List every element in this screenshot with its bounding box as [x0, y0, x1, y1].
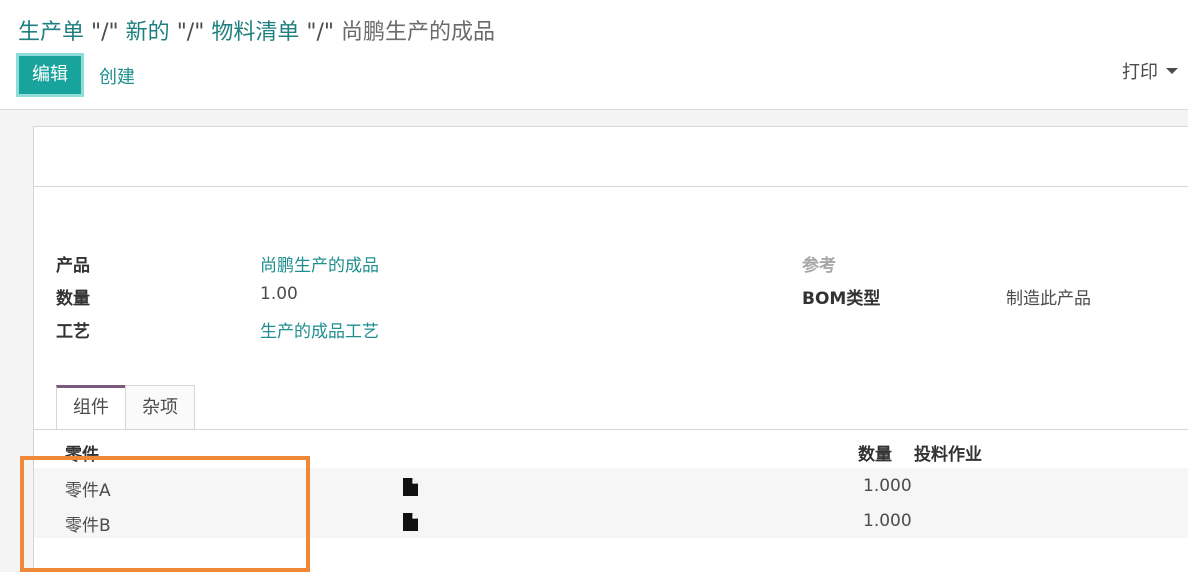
caret-down-icon	[1166, 68, 1178, 74]
bom-type-label: BOM类型	[802, 289, 881, 309]
product-value-link[interactable]: 尚鹏生产的成品	[260, 251, 379, 276]
breadcrumb-item-new[interactable]: 新的	[126, 20, 170, 45]
component-quantity: 1.000	[863, 511, 912, 531]
edit-button[interactable]: 编辑	[16, 53, 84, 97]
quantity-value: 1.00	[260, 284, 298, 304]
breadcrumb-item-production[interactable]: 生产单	[18, 20, 84, 45]
breadcrumb-current: 尚鹏生产的成品	[341, 20, 496, 45]
product-label: 产品	[56, 256, 90, 276]
notebook-tabs: 组件 杂项	[56, 385, 195, 429]
document-icon[interactable]	[402, 513, 418, 531]
form-sheet: 产品 尚鹏生产的成品 数量 1.00 工艺 生产的成品工艺 参考 BOM类型 制…	[33, 126, 1188, 572]
component-part-name: 零件B	[65, 516, 111, 536]
create-button[interactable]: 创建	[99, 63, 135, 89]
component-quantity: 1.000	[863, 476, 912, 496]
table-row[interactable]: 零件A 1.000	[34, 468, 1188, 503]
reference-label: 参考	[802, 256, 836, 276]
quantity-label: 数量	[56, 289, 90, 309]
components-table-header: 零件 数量 投料作业	[34, 430, 1188, 468]
control-panel: 生产单 "/" 新的 "/" 物料清单 "/" 尚鹏生产的成品 编辑 创建 打印	[0, 0, 1188, 110]
tab-components[interactable]: 组件	[56, 385, 126, 429]
breadcrumb-item-bom[interactable]: 物料清单	[211, 20, 299, 45]
print-dropdown[interactable]: 打印	[1122, 58, 1178, 84]
routing-label: 工艺	[56, 322, 90, 342]
content-area: 产品 尚鹏生产的成品 数量 1.00 工艺 生产的成品工艺 参考 BOM类型 制…	[0, 110, 1188, 572]
table-row[interactable]: 零件B 1.000	[34, 503, 1188, 538]
print-label: 打印	[1122, 62, 1158, 83]
breadcrumb-separator: "/"	[306, 20, 335, 45]
status-bar	[34, 127, 1188, 187]
document-icon[interactable]	[402, 478, 418, 496]
breadcrumb-separator: "/"	[91, 20, 119, 45]
column-header-operation[interactable]: 投料作业	[914, 440, 982, 465]
bom-type-value: 制造此产品	[1006, 289, 1091, 309]
column-header-part[interactable]: 零件	[65, 440, 99, 465]
routing-value-link[interactable]: 生产的成品工艺	[260, 317, 379, 342]
component-part-name: 零件A	[65, 481, 111, 501]
breadcrumb-separator: "/"	[176, 20, 205, 45]
column-header-quantity[interactable]: 数量	[858, 440, 892, 465]
tab-misc[interactable]: 杂项	[125, 385, 195, 429]
breadcrumb: 生产单 "/" 新的 "/" 物料清单 "/" 尚鹏生产的成品	[18, 14, 495, 46]
